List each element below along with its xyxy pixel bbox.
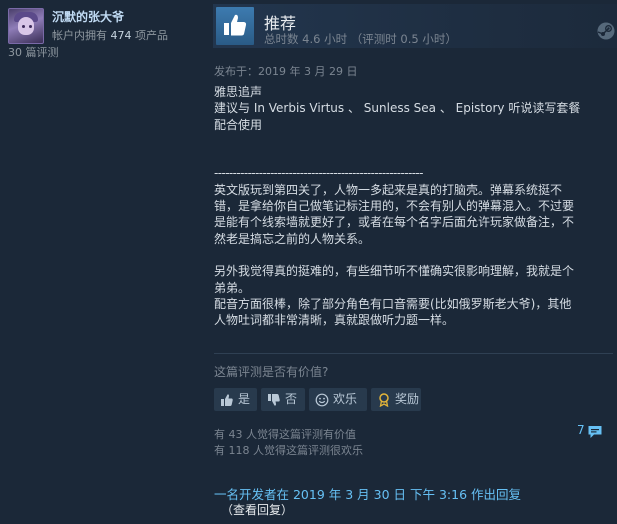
smiley-icon (315, 392, 329, 415)
review-line: 英文版玩到第四关了，人物一多起来是真的打脑壳。弹幕系统挺不 (214, 182, 563, 197)
products-owned-prefix: 帐户内拥有 (52, 29, 107, 42)
helpful-count: 有 43 人觉得这篇评测有价值 (214, 428, 356, 441)
thumbs-down-icon (267, 392, 281, 415)
review-main: 推荐 总时数 4.6 小时 （评测时 0.5 小时） 发布于：2019 年 3 … (205, 0, 617, 524)
review-line: 雅思追声 (214, 85, 263, 99)
products-owned: 帐户内拥有 474 项产品 (52, 27, 168, 43)
products-owned-count[interactable]: 474 (111, 29, 132, 42)
award-button[interactable]: 奖励 (371, 388, 421, 411)
vote-funny-label: 欢乐 (333, 392, 358, 406)
reviewer-panel: 沉默的张大爷 帐户内拥有 474 项产品 30 篇评测 (0, 0, 205, 524)
view-reply-link[interactable]: （查看回复） (221, 501, 293, 518)
divider (214, 353, 613, 354)
review-line: 是能有个线索墙就更好了，或者在每个名字后面允许玩家做备注，不 (214, 215, 575, 230)
award-label: 奖励 (395, 392, 420, 406)
review-line: 配合使用 (214, 117, 263, 132)
review-count[interactable]: 30 篇评测 (8, 44, 59, 60)
review-line: 然老是搞忘之前的人物关系。 (214, 231, 371, 246)
review-body: 雅思追声 建议与 In Verbis Virtus 、 Sunless Sea … (214, 84, 612, 329)
vote-no-label: 否 (285, 392, 298, 406)
review-line: 配音方面很棒，除了部分角色有口音需要(比如俄罗斯老大爷)，其他 (214, 297, 572, 312)
products-owned-suffix: 项产品 (135, 29, 168, 42)
review-separator: ----------------------------------------… (214, 166, 423, 181)
comments-link[interactable]: 7 (577, 423, 602, 438)
vote-funny-button[interactable]: 欢乐 (309, 388, 367, 411)
helpful-question: 这篇评测是否有价值? (214, 365, 329, 379)
comment-count: 7 (577, 423, 585, 437)
recommendation-header[interactable]: 推荐 总时数 4.6 小时 （评测时 0.5 小时） (213, 4, 617, 48)
thumbs-up-icon (216, 7, 254, 45)
review-line: 错，是拿给你自己做笔记标注用的，不会有别人的弹幕混入。不过要 (214, 199, 575, 214)
posted-date: 发布于：2019 年 3 月 29 日 (214, 65, 358, 78)
award-icon (377, 392, 391, 415)
review-line: 建议与 In Verbis Virtus 、 Sunless Sea 、 Epi… (214, 101, 581, 116)
hours-on-record: 总时数 4.6 小时 （评测时 0.5 小时） (264, 32, 457, 46)
steam-logo-icon (597, 22, 615, 44)
thumbs-up-icon (220, 392, 234, 415)
vote-yes-label: 是 (238, 392, 251, 406)
review-line: 另外我觉得真的挺难的，有些细节听不懂确实很影响理解，我就是个 (214, 264, 575, 279)
review-line: 人物吐词都非常清晰，真就跟做听力题一样。 (214, 313, 455, 328)
vote-yes-button[interactable]: 是 (214, 388, 257, 411)
funny-count: 有 118 人觉得这篇评测很欢乐 (214, 444, 363, 457)
vote-no-button[interactable]: 否 (261, 388, 305, 411)
review-line: 弟弟。 (214, 280, 251, 295)
comment-icon (587, 424, 603, 443)
reviewer-name[interactable]: 沉默的张大爷 (52, 8, 124, 25)
avatar[interactable] (8, 8, 44, 44)
